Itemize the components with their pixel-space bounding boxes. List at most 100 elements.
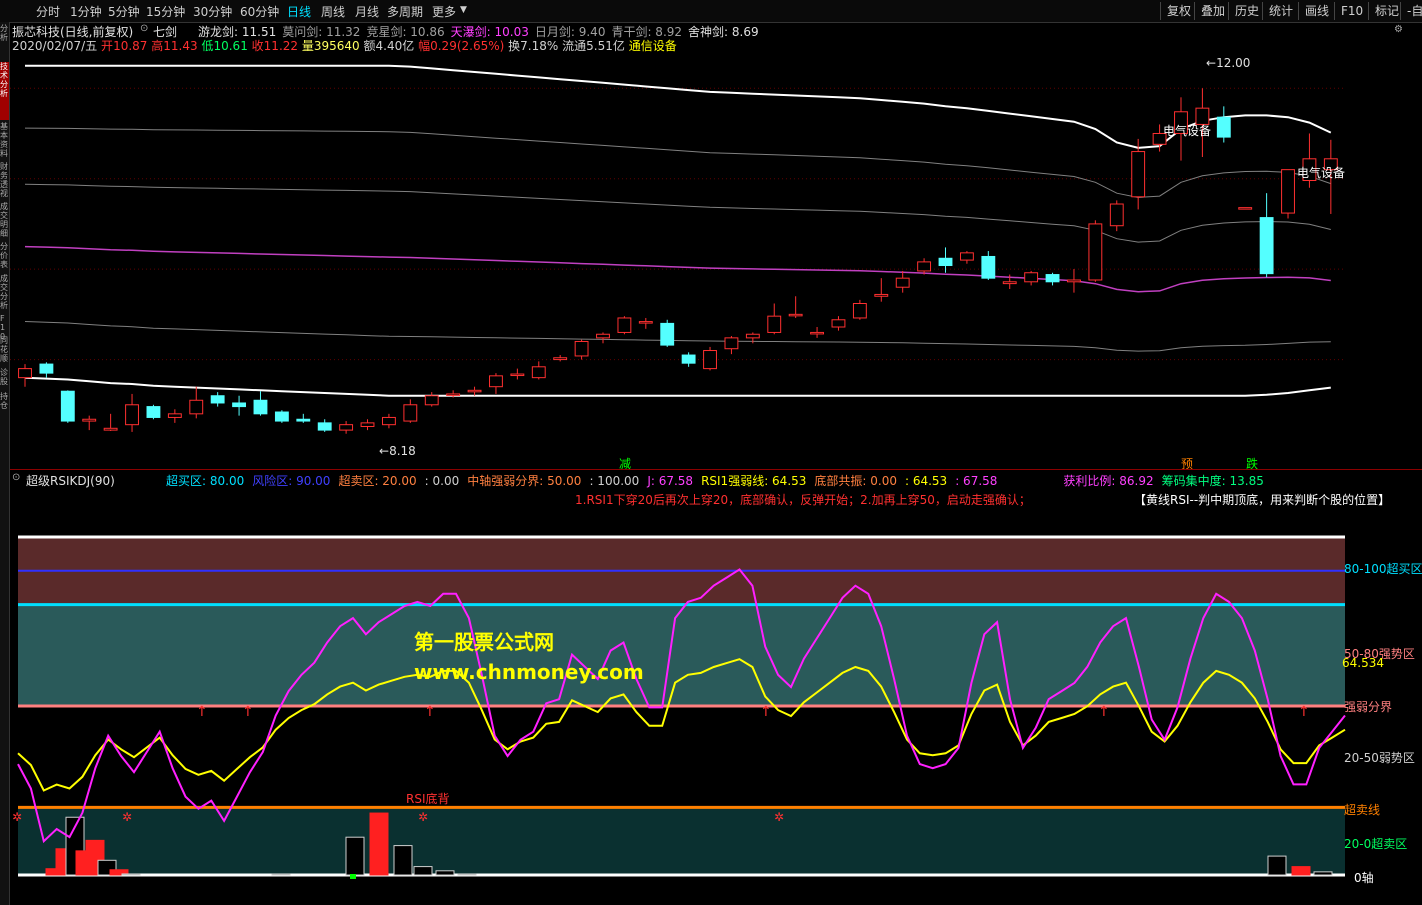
candle [510,368,525,380]
fuquan-button[interactable]: 复权 [1160,2,1197,20]
candle [917,258,932,275]
candle-body [531,366,546,379]
candle-body [103,427,118,431]
volume-bar [435,870,455,876]
self-select-button[interactable]: -自 [1400,2,1422,20]
candle-body [596,333,610,339]
tab-timeframe-60min[interactable]: 60分钟 [240,3,279,20]
candle [167,409,182,423]
candle-body [724,337,739,350]
candle [339,421,354,434]
candle-body [638,321,653,324]
candle-body [125,404,139,426]
f10-button[interactable]: F10 [1334,2,1369,20]
candle-body [831,319,846,328]
candle-body [424,395,439,406]
left-tab-trade-analysis[interactable]: 成交分析 [0,274,9,312]
candle-body [381,416,396,426]
zero-axis-label: 0轴 [1354,871,1374,885]
volume-bar [345,836,365,876]
tab-timeframe-1min[interactable]: 1分钟 [70,3,102,20]
tab-timeframe-weekly[interactable]: 周线 [321,3,345,20]
candle-body [189,399,204,415]
left-tab-trade-detail[interactable]: 成交明细 [0,202,9,240]
draw-line-button[interactable]: 画线 [1298,2,1335,20]
candle-body [681,354,696,364]
candle-body [895,277,910,288]
candle [424,392,439,407]
candlestick-chart[interactable] [10,22,1350,468]
buy-arrow-icon: ↑ [242,704,254,720]
history-button[interactable]: 历史 [1228,2,1265,20]
left-tab-analysis[interactable]: 分析 [0,24,9,56]
candle [1045,272,1060,286]
candle [60,390,75,423]
left-tab-f10[interactable]: F10 [0,314,9,341]
volume-bar [271,873,291,876]
butterfly-icon: ✲ [122,810,132,824]
divide-label: 强弱分界 [1344,700,1393,714]
candle [1067,269,1081,293]
candle-body [981,255,996,279]
left-tab-ths[interactable]: 同花顺 [0,336,9,366]
band-line [24,321,1331,352]
candle-body [339,424,354,431]
butterfly-icon: ✲ [774,810,784,824]
left-tab-diagnose[interactable]: 诊股 [0,368,9,390]
candle [617,316,632,335]
settings-icon[interactable]: ⚙ [1394,24,1403,35]
volume-bar [1313,871,1333,876]
tab-timeframe-30min[interactable]: 30分钟 [193,3,232,20]
candle [660,319,675,347]
candle [360,419,375,431]
tab-timeframe-15min[interactable]: 15分钟 [146,3,185,20]
low-marker-value: 8.18 [389,444,416,458]
rsi-indicator-chart[interactable]: ↑ ↑ ↑ ↑ ↑ ↑ ✲ ✲ ✲ ✲ [10,470,1350,905]
candle [39,362,54,378]
candle [874,278,889,302]
left-tab-basic-info[interactable]: 基本资料 [0,122,9,160]
left-tab-holding[interactable]: 持仓 [0,392,9,414]
high-marker: ←12.00 [1206,56,1251,70]
tab-timeframe-fenshi[interactable]: 分时 [36,3,60,20]
watermark-title: 第一股票公式网 [414,630,554,654]
candle [317,419,332,432]
candle [18,364,32,387]
candle [767,303,782,335]
candle-body [767,315,782,333]
candle [489,373,503,394]
statistics-button[interactable]: 统计 [1262,2,1299,20]
volume-bar [393,845,413,876]
candle-body [917,261,932,272]
oversold-zone-label: 20-0超卖区 [1344,837,1408,851]
band-line [24,376,1331,397]
volume-bar [1267,855,1287,876]
tab-timeframe-more[interactable]: 更多 [432,3,456,20]
sector-label: 电气设备 [1163,124,1212,138]
candle-body [938,257,953,267]
candle-body [553,357,568,361]
tab-timeframe-multi[interactable]: 多周期 [387,3,423,20]
candle [638,317,653,329]
candle-body [253,399,268,415]
candle-body [296,418,311,422]
candle-body [1216,116,1231,138]
chevron-down-icon[interactable]: ▼ [460,5,467,15]
tab-timeframe-daily[interactable]: 日线 [287,3,311,20]
candle-body [1109,203,1124,227]
bottom-signal-dot [350,874,356,879]
candle-body [403,404,418,422]
overlay-button[interactable]: 叠加 [1194,2,1231,20]
candle [1238,207,1253,210]
candle-body [317,422,332,431]
left-tab-finance[interactable]: 财务透视 [0,162,9,200]
candle-body [146,406,161,418]
tab-timeframe-monthly[interactable]: 月线 [355,3,379,20]
candle-body [274,411,289,422]
tab-timeframe-5min[interactable]: 5分钟 [108,3,140,20]
candle-body [574,340,589,357]
left-tab-technical[interactable]: 技术分析 [0,62,9,120]
candle [574,339,589,360]
left-tab-price-table[interactable]: 分价表 [0,242,9,272]
candle-body [167,413,182,418]
